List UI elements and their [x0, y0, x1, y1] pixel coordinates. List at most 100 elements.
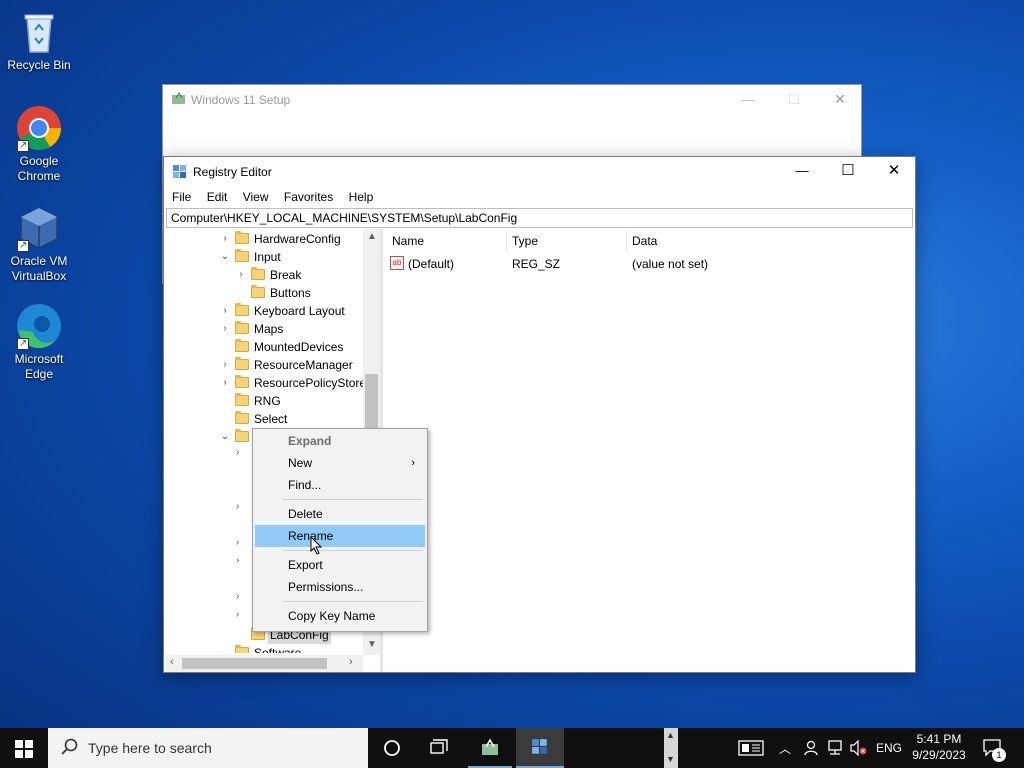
tree-item-label: Select — [254, 412, 288, 426]
desktop-icon-google-chrome[interactable]: Google Chrome — [4, 104, 74, 184]
chevron-up-icon[interactable]: ▲ — [666, 730, 675, 740]
chevron-right-icon[interactable]: › — [236, 266, 246, 284]
context-menu-expand[interactable]: Expand — [255, 430, 425, 452]
title-bar[interactable]: Registry Editor — ☐ ✕ — [164, 157, 915, 187]
tree-item-buttons[interactable]: Buttons — [166, 284, 361, 302]
taskbar-scroll-control[interactable]: ▲ ▼ — [664, 728, 678, 768]
taskbar-app-registry-editor[interactable] — [516, 728, 564, 768]
volume-muted-icon[interactable] — [850, 739, 868, 759]
menu-favorites[interactable]: Favorites — [278, 187, 339, 207]
tree-item-select[interactable]: Select — [166, 410, 361, 428]
menu-help[interactable]: Help — [343, 187, 380, 207]
chevron-right-icon[interactable]: › — [220, 302, 230, 320]
taskbar-app-windows-setup[interactable] — [468, 728, 512, 768]
address-bar[interactable]: Computer\HKEY_LOCAL_MACHINE\SYSTEM\Setup… — [166, 208, 913, 228]
string-value-icon: ab — [390, 256, 404, 270]
registry-editor-icon — [172, 164, 188, 183]
chevron-right-icon[interactable]: › — [236, 555, 239, 566]
chevron-right-icon[interactable]: › — [236, 501, 239, 512]
task-view-icon[interactable] — [430, 739, 450, 760]
scroll-left-arrow-icon[interactable]: ‹ — [170, 656, 174, 668]
minimize-button[interactable]: — — [779, 157, 825, 185]
edge-icon — [15, 302, 63, 351]
scrollbar-thumb[interactable] — [365, 374, 378, 429]
scrollbar-thumb[interactable] — [182, 658, 327, 669]
context-menu-copy-key-name[interactable]: Copy Key Name — [255, 605, 425, 627]
desktop-icon-label: Microsoft Edge — [14, 352, 64, 381]
taskbar-search-box[interactable]: Type here to search — [48, 728, 368, 768]
scroll-down-arrow-icon[interactable]: ▼ — [367, 639, 377, 650]
context-menu-find[interactable]: Find... — [255, 474, 425, 496]
tree-item-label: Input — [254, 250, 281, 264]
context-menu-export[interactable]: Export — [255, 554, 425, 576]
folder-icon — [235, 303, 249, 316]
tree-item-mounteddevices[interactable]: MountedDevices — [166, 338, 361, 356]
tree-item-software[interactable]: Software — [166, 644, 361, 653]
folder-icon — [251, 267, 265, 280]
values-pane[interactable]: Name Type Data ab (Default) REG_SZ (valu… — [384, 229, 913, 670]
chevron-right-icon[interactable]: › — [236, 609, 239, 620]
close-button[interactable]: ✕ — [817, 85, 863, 113]
tree-item-break[interactable]: › Break — [166, 266, 361, 284]
column-header-type[interactable]: Type — [512, 234, 538, 248]
tree-item-hardwareconfig[interactable]: › HardwareConfig — [166, 230, 361, 248]
chevron-down-icon[interactable]: ▼ — [666, 754, 675, 764]
maximize-button[interactable]: ☐ — [771, 85, 817, 113]
tree-horizontal-scrollbar[interactable]: ‹ › — [166, 655, 363, 672]
tree-item-input[interactable]: ⌄ Input — [166, 248, 361, 266]
chevron-right-icon[interactable]: › — [220, 320, 230, 338]
clock[interactable]: 5:41 PM 9/29/2023 — [906, 731, 972, 763]
tree-item-resourcemanager[interactable]: › ResourceManager — [166, 356, 361, 374]
clock-date: 9/29/2023 — [912, 748, 966, 762]
menu-view[interactable]: View — [237, 187, 275, 207]
column-header-name[interactable]: Name — [392, 234, 424, 248]
context-menu-permissions[interactable]: Permissions... — [255, 576, 425, 598]
menu-file[interactable]: File — [164, 187, 197, 207]
minimize-button[interactable]: — — [725, 85, 771, 113]
tree-item-label: Software — [254, 646, 302, 653]
start-button[interactable] — [15, 740, 33, 761]
shortcut-arrow-icon — [17, 336, 29, 351]
setup-window-title: Windows 11 Setup — [191, 93, 291, 107]
people-icon[interactable] — [804, 740, 818, 759]
scroll-right-arrow-icon[interactable]: › — [349, 656, 353, 668]
cortana-icon[interactable] — [383, 739, 401, 760]
windows-logo-icon — [15, 740, 33, 758]
tree-item-keyboard-layout[interactable]: › Keyboard Layout — [166, 302, 361, 320]
tree-item-label: MountedDevices — [254, 340, 344, 354]
value-name: (Default) — [408, 257, 455, 271]
column-separator[interactable] — [626, 231, 627, 253]
chevron-down-icon[interactable]: ⌄ — [220, 428, 230, 446]
desktop-icon-recycle-bin[interactable]: Recycle Bin — [4, 8, 74, 73]
chevron-right-icon[interactable]: › — [236, 537, 239, 548]
tree-item-maps[interactable]: › Maps — [166, 320, 361, 338]
news-widget-icon[interactable] — [738, 740, 764, 759]
scroll-up-arrow-icon[interactable]: ▲ — [367, 231, 377, 242]
window-title: Registry Editor — [193, 165, 272, 179]
desktop-icon-label: Recycle Bin — [7, 58, 71, 72]
column-separator[interactable] — [506, 231, 507, 253]
chevron-right-icon[interactable]: › — [220, 374, 230, 392]
tree-item-resourcepolicystore[interactable]: › ResourcePolicyStore — [166, 374, 366, 392]
context-menu-rename[interactable]: Rename — [255, 525, 425, 547]
maximize-button[interactable]: ☐ — [825, 157, 871, 185]
close-button[interactable]: ✕ — [871, 157, 917, 185]
context-menu-delete[interactable]: Delete — [255, 503, 425, 525]
chevron-right-icon[interactable]: › — [236, 591, 239, 602]
input-language[interactable]: ENG — [876, 741, 902, 755]
network-icon[interactable] — [826, 740, 844, 759]
desktop-icon-virtualbox[interactable]: Oracle VM VirtualBox — [4, 204, 74, 284]
chevron-down-icon[interactable]: ⌄ — [220, 248, 230, 266]
show-hidden-icons-chevron-up-icon[interactable]: ︿ — [779, 740, 791, 757]
desktop-icon-microsoft-edge[interactable]: Microsoft Edge — [4, 302, 74, 382]
context-menu: Expand New › Find... Delete Rename Expor… — [252, 428, 428, 632]
folder-icon — [235, 645, 249, 653]
chevron-right-icon[interactable]: › — [220, 230, 230, 248]
chevron-right-icon[interactable]: › — [236, 447, 239, 458]
context-menu-new[interactable]: New › — [255, 452, 425, 474]
chevron-right-icon[interactable]: › — [220, 356, 230, 374]
menu-edit[interactable]: Edit — [201, 187, 234, 207]
tree-item-label: ResourcePolicyStore — [254, 376, 367, 390]
tree-item-rng[interactable]: RNG — [166, 392, 361, 410]
column-header-data[interactable]: Data — [632, 234, 657, 248]
